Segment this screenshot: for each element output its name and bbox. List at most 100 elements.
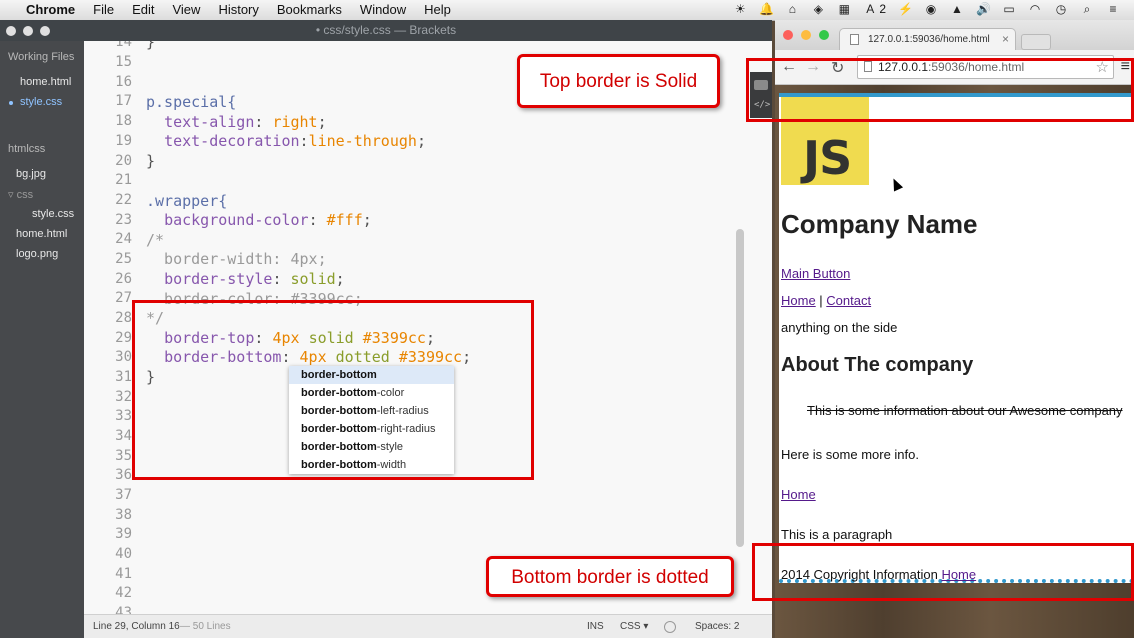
line-number: 15 xyxy=(115,54,132,70)
menu-view[interactable]: View xyxy=(172,2,200,17)
volume-icon[interactable]: 🔊 xyxy=(976,2,991,16)
cursor-position: Line 29, Column 16 xyxy=(93,621,180,632)
record-icon[interactable]: ◉ xyxy=(924,2,938,16)
code-semicolon: ; xyxy=(362,211,372,229)
brightness-icon[interactable]: ☀ xyxy=(733,2,747,16)
battery-icon[interactable]: ▭ xyxy=(1002,2,1016,16)
code-value: #fff xyxy=(326,211,363,229)
code-line: } xyxy=(146,41,156,51)
language-select[interactable]: CSS ▾ xyxy=(620,621,648,632)
menu-app[interactable]: Chrome xyxy=(26,2,75,17)
chrome-minimize-button[interactable] xyxy=(801,30,811,40)
bottom-callout-text: Bottom border is dotted xyxy=(511,567,709,588)
code-colon: : xyxy=(299,132,309,150)
clock-icon[interactable]: ◷ xyxy=(1054,2,1068,16)
code-colon: : xyxy=(272,270,291,288)
insert-mode[interactable]: INS xyxy=(587,621,604,632)
main-button-link[interactable]: Main Button xyxy=(781,266,850,281)
code-value: line-through xyxy=(308,132,417,150)
code-colon: : xyxy=(254,113,273,131)
vpn-icon[interactable]: ⚡ xyxy=(898,2,913,16)
search-icon[interactable]: ⌕ xyxy=(1080,2,1094,16)
bottom-border-highlight-box xyxy=(752,543,1134,601)
line-number: 31 xyxy=(115,369,132,385)
top-border-callout: Top border is Solid xyxy=(517,54,720,108)
menu-bookmarks[interactable]: Bookmarks xyxy=(277,2,342,17)
line-number: 25 xyxy=(115,251,132,267)
line-number: 26 xyxy=(115,271,132,287)
new-tab-button[interactable] xyxy=(1021,34,1051,50)
wrapper-div: JS Company Name Main Button Home | Conta… xyxy=(779,93,1134,583)
code-semicolon: ; xyxy=(335,270,345,288)
line-number: 36 xyxy=(115,467,132,483)
tag-icon[interactable]: ⌂ xyxy=(785,2,799,16)
grid-icon[interactable]: ▦ xyxy=(837,2,851,16)
line-number: 18 xyxy=(115,113,132,129)
chrome-close-button[interactable] xyxy=(783,30,793,40)
line-number: 27 xyxy=(115,290,132,306)
tree-folder-label: css xyxy=(16,189,34,201)
editor-scrollbar[interactable] xyxy=(736,229,744,547)
special-paragraph: This is some information about our Aweso… xyxy=(807,403,1123,418)
line-number: 24 xyxy=(115,231,132,247)
code-line: text-align: right; xyxy=(146,113,327,131)
bell-icon[interactable]: 🔔 xyxy=(759,2,774,16)
page-icon xyxy=(850,34,859,45)
menu-help[interactable]: Help xyxy=(424,2,451,17)
status-count: 2 xyxy=(879,2,886,16)
working-file-home[interactable]: home.html xyxy=(20,76,71,88)
line-number: 16 xyxy=(115,74,132,90)
more-info-text: Here is some more info. xyxy=(781,447,919,462)
working-file-style[interactable]: style.css xyxy=(20,96,62,108)
line-count: — 50 Lines xyxy=(180,621,231,632)
indent-setting[interactable]: Spaces: 2 xyxy=(695,621,739,632)
logo-text: JS xyxy=(803,131,852,185)
browser-tab[interactable]: 127.0.0.1:59036/home.html × xyxy=(839,28,1016,51)
menu-history[interactable]: History xyxy=(218,2,258,17)
bottom-border-callout: Bottom border is dotted xyxy=(486,556,734,597)
line-number: 34 xyxy=(115,428,132,444)
line-number: 21 xyxy=(115,172,132,188)
home-link[interactable]: Home xyxy=(781,487,816,502)
code-value: right xyxy=(272,113,318,131)
code-line: text-decoration:line-through; xyxy=(146,132,426,150)
drive-icon[interactable]: ▲ xyxy=(950,2,964,16)
menu-edit[interactable]: Edit xyxy=(132,2,154,17)
code-line: background-color: #fff; xyxy=(146,211,372,229)
nav-contact-link[interactable]: Contact xyxy=(826,293,871,308)
code-line: p.special{ xyxy=(146,93,237,111)
linter-status-icon[interactable] xyxy=(664,621,676,633)
brackets-titlebar: • css/style.css — Brackets xyxy=(0,20,772,41)
line-number: 17 xyxy=(115,93,132,109)
chrome-zoom-button[interactable] xyxy=(819,30,829,40)
code-property: border-style xyxy=(164,270,273,288)
ai-icon[interactable]: A xyxy=(863,2,877,16)
tree-item-bg[interactable]: bg.jpg xyxy=(16,168,46,180)
tree-item-home[interactable]: home.html xyxy=(16,228,67,240)
code-value: solid xyxy=(290,270,336,288)
editor-status-bar: Line 29, Column 16 — 50 Lines INS CSS ▾ … xyxy=(84,614,772,638)
code-property: text-decoration xyxy=(164,132,300,150)
tree-item-style[interactable]: style.css xyxy=(32,208,74,220)
menu-window[interactable]: Window xyxy=(360,2,406,17)
list-icon[interactable]: ≡ xyxy=(1106,2,1120,16)
line-number: 19 xyxy=(115,133,132,149)
line-gutter: 14 15 16 17 18 19 20 21 22 23 24 25 26 2… xyxy=(84,41,136,635)
menu-file[interactable]: File xyxy=(93,2,114,17)
nav-home-link[interactable]: Home xyxy=(781,293,816,308)
about-heading: About The company xyxy=(781,354,974,376)
wifi-icon[interactable]: ◠ xyxy=(1028,2,1042,16)
tree-folder-css[interactable]: ▿ css xyxy=(8,188,33,201)
top-border-highlight-box xyxy=(746,58,1134,122)
close-tab-icon[interactable]: × xyxy=(1002,32,1009,46)
dropbox-icon[interactable]: ◈ xyxy=(811,2,825,16)
tree-item-logo[interactable]: logo.png xyxy=(16,248,58,260)
line-number: 41 xyxy=(115,566,132,582)
project-header[interactable]: htmlcss xyxy=(8,143,45,155)
code-line: } xyxy=(146,152,156,170)
menu-bar: Chrome File Edit View History Bookmarks … xyxy=(0,0,1134,21)
